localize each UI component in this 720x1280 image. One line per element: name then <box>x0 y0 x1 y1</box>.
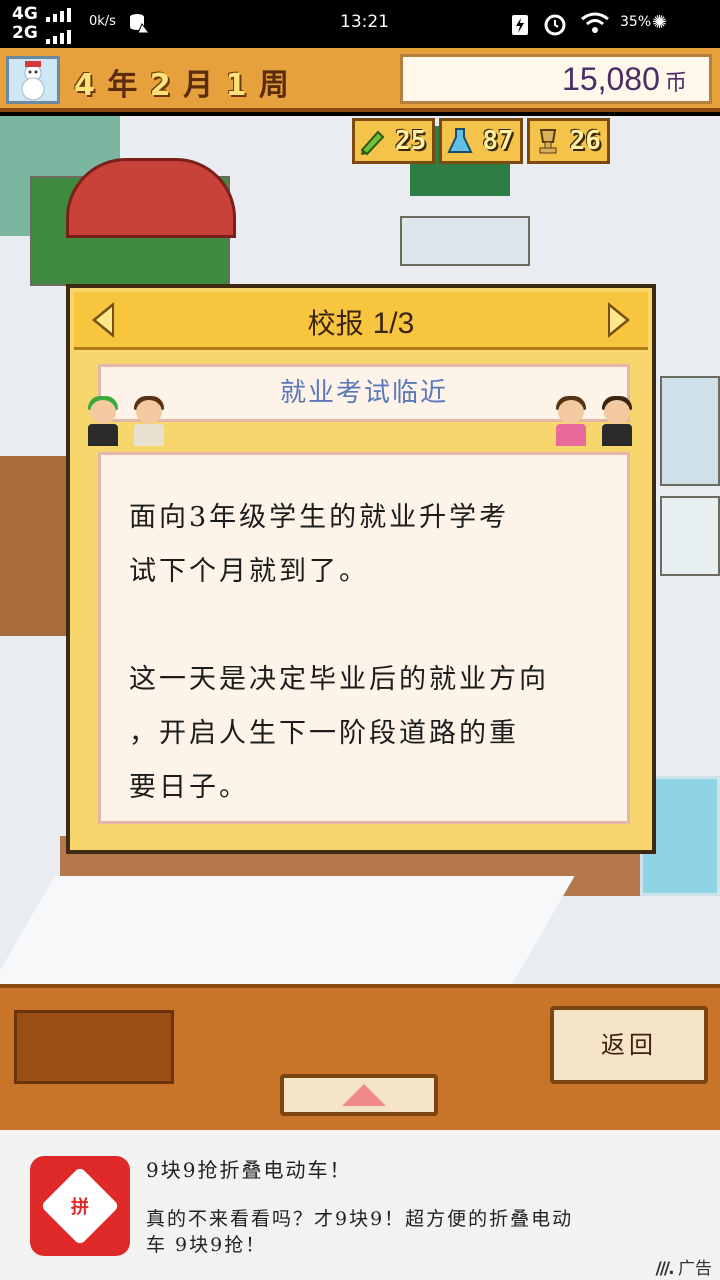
building-right <box>660 376 720 486</box>
empty-slot <box>14 1010 174 1084</box>
network-indicator: 4G 2G <box>12 5 38 43</box>
back-button[interactable]: 返回 <box>550 1006 708 1084</box>
game-top-bar: 4 年 2 月 1 周 15,080 币 <box>0 48 720 112</box>
dialog-header: 校报 1/3 <box>74 292 648 350</box>
ad-app-logo[interactable]: 拼 <box>30 1156 130 1256</box>
news-line: ，开启人生下一阶段道路的重 <box>129 718 519 749</box>
money-amount: 15,080 <box>562 61 660 97</box>
season-snowman-icon[interactable] <box>6 56 60 104</box>
year-number: 4 <box>74 68 96 103</box>
pencil-icon <box>355 123 391 159</box>
signal-icon <box>46 8 74 22</box>
clock: 13:21 <box>340 12 389 32</box>
wifi-icon <box>581 12 609 33</box>
expand-menu-button[interactable] <box>280 1074 438 1116</box>
news-body: 面向3年级学生的就业升学考 试下个月就到了。 这一天是决定毕业后的就业方向 ，开… <box>98 452 630 824</box>
news-line: 试下个月就到了。 <box>129 556 369 587</box>
snow-yard <box>0 876 575 984</box>
news-line: 这一天是决定毕业后的就业方向 <box>129 664 549 695</box>
network-speed: 0k/s <box>89 14 116 29</box>
student-sprites-right <box>550 396 638 446</box>
student-sprites-left <box>82 396 170 446</box>
week-unit: 周 <box>258 68 290 103</box>
money-unit: 币 <box>664 71 687 96</box>
garden-plot <box>400 216 530 266</box>
year-unit: 年 <box>107 68 139 103</box>
week-number: 1 <box>225 68 248 103</box>
dialog-title-text: 校报 <box>307 307 364 340</box>
ad-tag-text: 广告 <box>678 1259 712 1279</box>
ad-logo-text: 拼 <box>71 1197 89 1218</box>
news-headline: 就业考试临近 <box>279 378 448 408</box>
game-date: 4 年 2 月 1 周 <box>74 60 290 104</box>
signal-icon-2 <box>46 30 74 44</box>
news-line: 要日子。 <box>129 772 249 803</box>
battery-saver-icon <box>512 15 528 35</box>
trophy-icon <box>530 123 566 159</box>
student-sprite-icon <box>550 396 592 446</box>
status-bar: 4G 2G 0k/s 13:21 35% ✺ <box>0 0 720 48</box>
gym-roof <box>66 158 236 238</box>
student-sprite-icon <box>82 396 124 446</box>
month-unit: 月 <box>183 68 215 103</box>
student-sprite-icon <box>596 396 638 446</box>
flask-value: 87 <box>482 126 514 156</box>
battery-level: 35% <box>620 14 652 30</box>
news-dialog: 校报 1/3 就业考试临近 面向3年级学生的就业升学考 试下个月就到了。 这一天… <box>66 284 656 854</box>
ad-banner[interactable]: 拼 9块9抢折叠电动车！ 真的不来看看吗？才9块9！超方便的折叠电动车 9块9抢… <box>0 1130 720 1280</box>
bottom-panel: 返回 <box>0 984 720 1130</box>
network-type-bottom: 2G <box>12 23 38 43</box>
up-arrow-icon <box>342 1084 386 1106</box>
sun-icon: ✺ <box>652 12 668 33</box>
flask-icon <box>442 123 478 159</box>
resource-counters: 25 87 26 <box>352 118 614 164</box>
money-display: 15,080 币 <box>400 54 712 104</box>
ad-title[interactable]: 9块9抢折叠电动车！ <box>146 1154 351 1183</box>
month-number: 2 <box>149 68 172 103</box>
student-sprite-icon <box>128 396 170 446</box>
pencil-value: 25 <box>395 126 427 156</box>
trophy-value: 26 <box>569 126 601 156</box>
network-type-top: 4G <box>12 4 38 24</box>
resource-pencil[interactable]: 25 <box>352 118 436 164</box>
data-saver-icon <box>130 14 150 34</box>
dialog-page-indicator: 1/3 <box>372 307 415 340</box>
classroom-right <box>660 496 720 576</box>
resource-flask[interactable]: 87 <box>439 118 523 164</box>
ad-description[interactable]: 真的不来看看吗？才9块9！超方便的折叠电动车 9块9抢！ <box>146 1206 586 1258</box>
news-line: 面向3年级学生的就业升学考 <box>129 502 510 533</box>
dialog-title: 校报 1/3 <box>74 302 648 342</box>
resource-trophy[interactable]: 26 <box>526 118 610 164</box>
alarm-icon <box>544 14 566 36</box>
ad-label: ///. 广告 <box>655 1259 713 1279</box>
next-page-arrow-icon[interactable] <box>608 302 630 338</box>
